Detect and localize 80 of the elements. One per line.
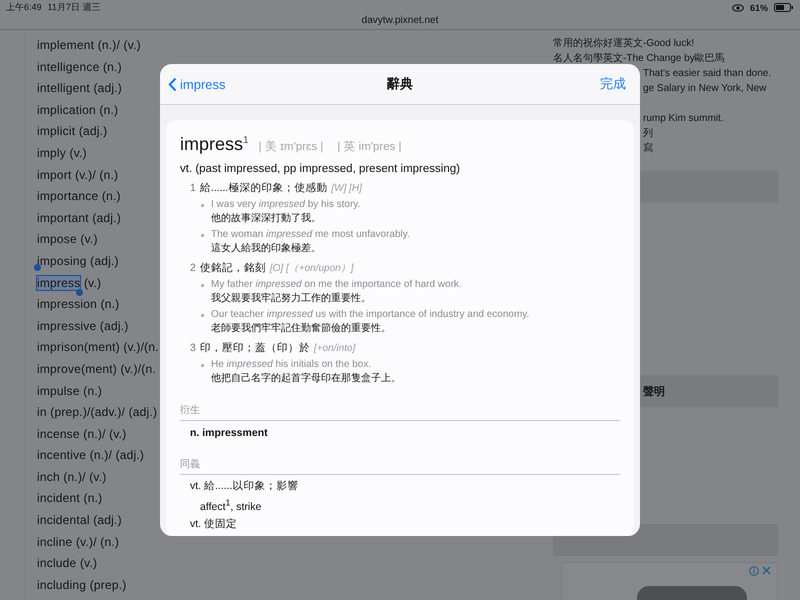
selection-handle-icon[interactable] — [76, 288, 84, 296]
sidebar-link[interactable]: 列 — [643, 128, 653, 139]
sidebar-link[interactable]: rump Kim summit. — [643, 113, 724, 124]
bullet-icon — [201, 234, 204, 237]
sidebar-link[interactable]: 常用的祝你好運英文-Good luck! — [553, 38, 694, 49]
word-list-item[interactable]: implication (n.) — [37, 102, 118, 117]
example-translation: 我父親要我牢記努力工作的重要性。 — [211, 292, 372, 305]
eye-icon — [732, 4, 744, 12]
battery-percent: 61% — [750, 2, 768, 12]
synonym-sense: vt. 使固定 — [190, 518, 238, 530]
word-list-item[interactable]: incense (n.)/ (v.) — [37, 426, 126, 441]
definition: 印，壓印；蓋（印）於 — [200, 341, 310, 355]
bullet-icon — [201, 204, 204, 207]
word-list-item[interactable]: importance (n.) — [37, 189, 121, 204]
status-time: 上午6:49 — [6, 1, 42, 14]
grammar-note: [W] [H] — [331, 183, 362, 194]
example-sentence: I was very impressed by his story. — [211, 199, 360, 210]
grammar-note: [+on/into] — [314, 343, 356, 354]
word-list-item[interactable]: important (adj.) — [37, 210, 121, 225]
word-list-item[interactable]: incentive (n.)/ (adj.) — [37, 448, 144, 462]
bullet-icon — [201, 284, 204, 287]
word-list-item[interactable]: impulse (n.) — [37, 384, 102, 398]
word-list-item[interactable]: intelligent (adj.) — [37, 81, 122, 96]
word-list-item[interactable]: in (prep.)/(adv.)/ (adj.) — [37, 405, 158, 420]
synonym-sense: vt. 給......以印象；影響 — [190, 480, 299, 492]
word-list-item[interactable]: implement (n.)/ (v.) — [37, 38, 141, 52]
inflections: vt. (past impressed, pp impressed, present impressing) — [180, 163, 461, 175]
dialog-title: 辭典 — [387, 75, 413, 93]
word-list-item[interactable]: including (prep.) — [37, 578, 126, 592]
word-list-item[interactable]: incline (v.)/ (n.) — [37, 534, 120, 549]
sense-number: 2 — [190, 262, 196, 274]
info-icon[interactable] — [749, 566, 759, 576]
url-text[interactable]: davytw.pixnet.net — [362, 15, 438, 26]
definition: 使銘記，銘刻 — [200, 261, 266, 275]
section-heading: 聲明 — [643, 384, 665, 398]
example-translation: 他的故事深深打動了我。 — [211, 212, 322, 225]
chevron-left-icon — [168, 76, 177, 92]
done-button[interactable]: 完成 — [600, 75, 626, 93]
sense-number: 1 — [190, 182, 196, 194]
pronunciation: | 英 im'pres | — [337, 140, 402, 154]
sidebar-link[interactable]: 寫 — [643, 143, 653, 154]
example-sentence: My father impressed on me the importance of hard work. — [211, 279, 462, 290]
close-icon[interactable] — [762, 566, 771, 575]
word-list-item[interactable]: incident (n.) — [37, 491, 102, 506]
synonym-words[interactable]: affect$^{1}$, strike — [200, 500, 262, 512]
example-translation: 老師要我們牢牢記住勤奮節儉的重要性。 — [211, 322, 392, 335]
headword: impress$^{1}$ — [180, 134, 249, 155]
word-list-item[interactable]: impressive (adj.) — [37, 318, 128, 333]
sidebar-link[interactable]: 名人名句學英文-The Change by歐巴馬 — [553, 53, 725, 64]
word-list-item[interactable]: import (v.)/ (n.) — [37, 168, 118, 182]
sidebar-link[interactable]: That's easier said than done. — [643, 68, 772, 79]
word-list-item[interactable]: intelligence (n.) — [37, 60, 122, 74]
battery-icon — [774, 3, 794, 12]
example-sentence: The woman impressed me most unfavorably. — [211, 229, 410, 240]
word-list-item[interactable]: incidental (adj.) — [37, 513, 122, 528]
word-list-item[interactable]: inch (n.)/ (v.) — [37, 470, 106, 484]
pronunciation: | 美 ɪm'prɛs | — [258, 139, 324, 154]
bullet-icon — [201, 364, 204, 367]
section-heading: 衍生 — [180, 403, 620, 421]
word-list-item[interactable]: imprison(ment) (v.)/(n. — [37, 340, 159, 354]
word-list-item[interactable]: imposing (adj.) — [37, 254, 119, 268]
example-translation: 他把自己名字的起首字母印在那隻盒子上。 — [211, 372, 401, 385]
word-list-item[interactable]: include (v.) — [37, 556, 98, 570]
status-date: 11月7日 週三 — [48, 1, 100, 14]
word-list-item[interactable]: impression (n.) — [37, 297, 120, 312]
example-translation: 這女人給我的印象極差。 — [211, 242, 322, 255]
example-sentence: He impressed his initials on the box. — [211, 359, 372, 370]
grammar-note: [O] [（+on/upon）] — [270, 262, 354, 275]
bullet-icon — [201, 314, 204, 317]
sense-number: 3 — [190, 342, 196, 354]
derivative-word: n. impressment — [190, 427, 268, 439]
sidebar-link[interactable]: ge Salary in New York, New — [643, 83, 766, 94]
word-list-item[interactable]: implicit (adj.) — [37, 124, 108, 138]
section-heading: 同義 — [180, 457, 620, 475]
word-list-item[interactable]: imply (v.) — [37, 146, 87, 160]
back-button[interactable]: impress — [168, 76, 226, 92]
definition: 給......極深的印象；使感動 — [200, 181, 328, 195]
word-list-item[interactable]: improve(ment) (v.)/(n. — [37, 362, 156, 376]
example-sentence: Our teacher impressed us with the importance of industry and economy. — [211, 309, 530, 320]
word-list-item[interactable]: impose (v.) — [37, 232, 98, 246]
